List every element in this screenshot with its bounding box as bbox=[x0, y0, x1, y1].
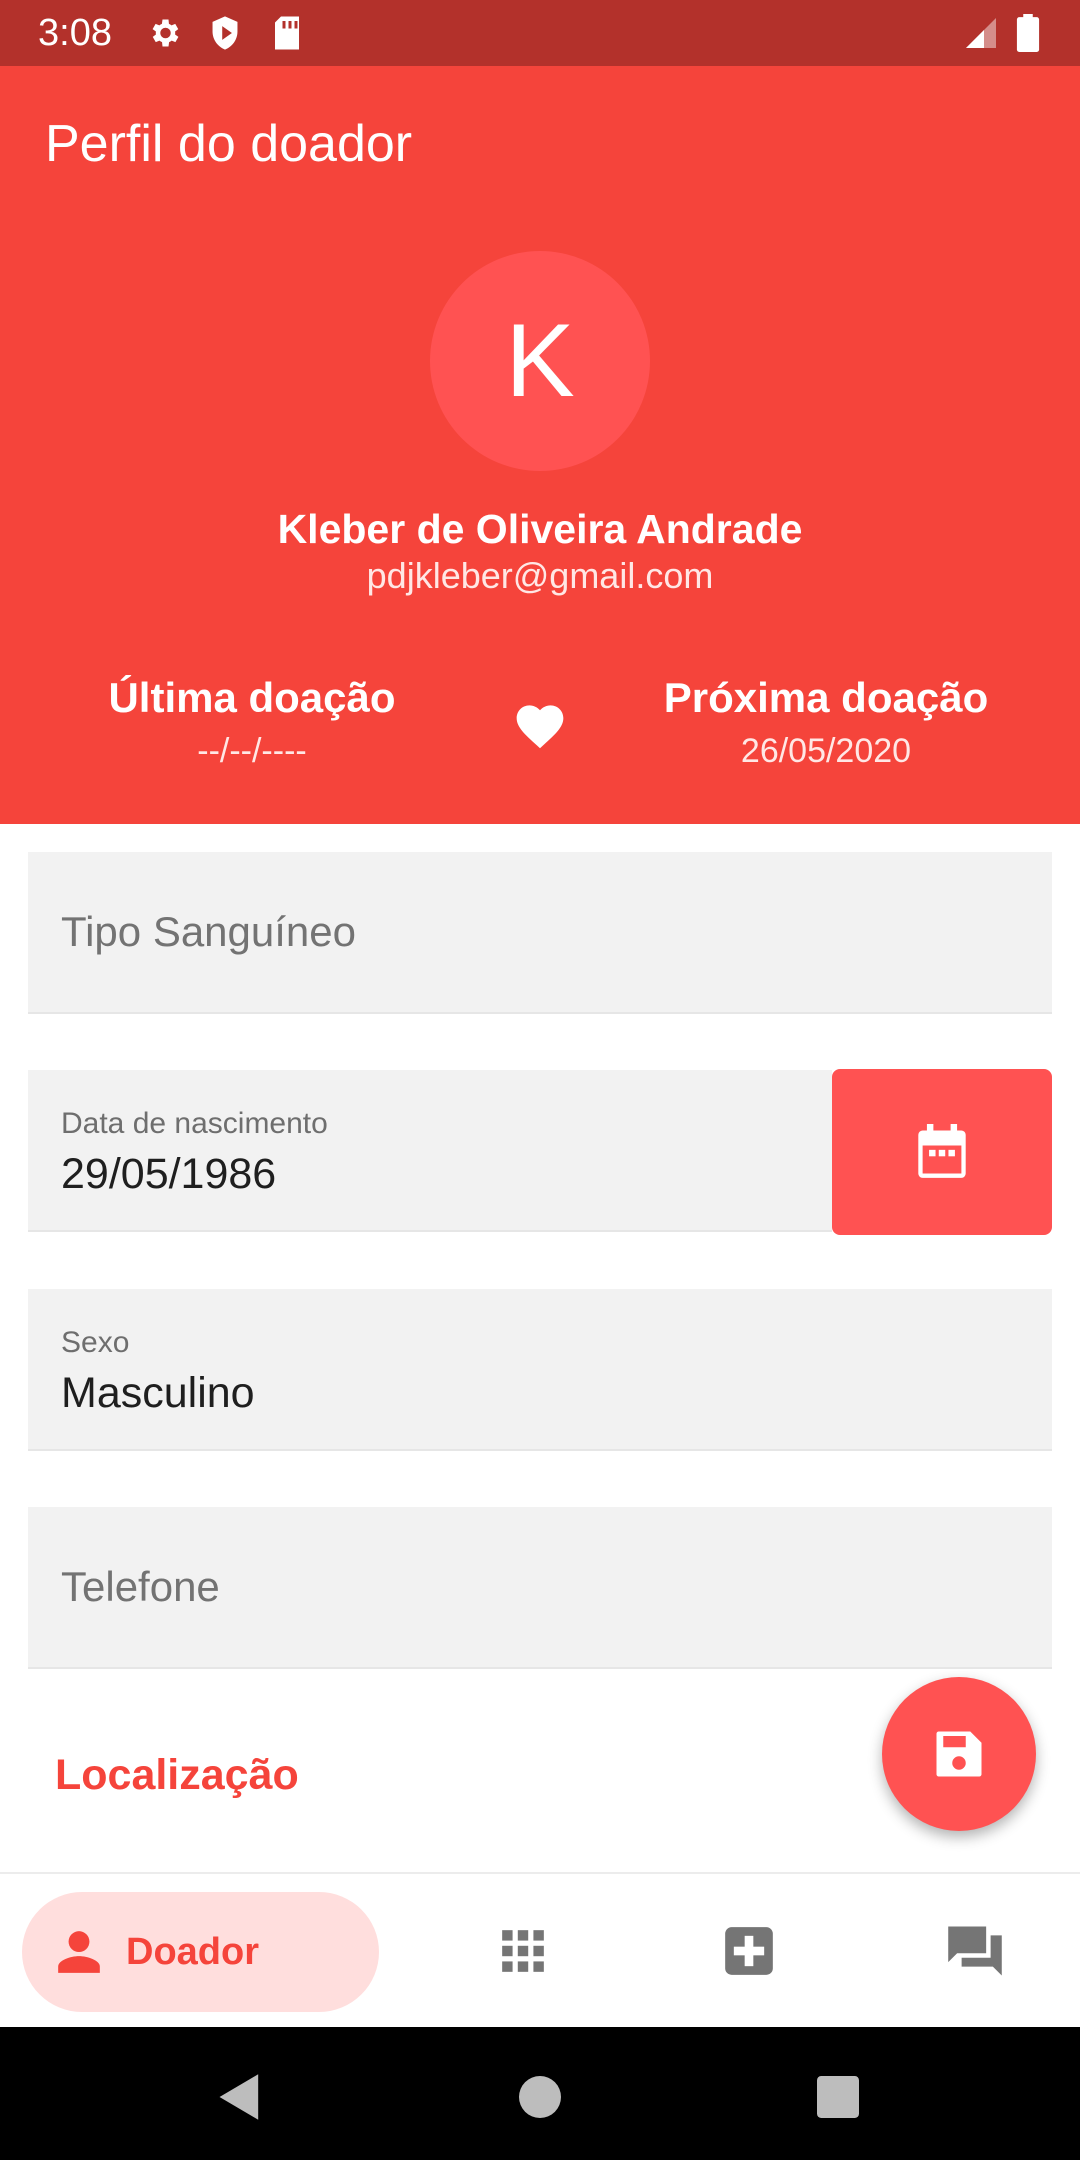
profile-header: Perfil do doador K Kleber de Oliveira An… bbox=[0, 66, 1080, 824]
sex-label: Sexo bbox=[61, 1326, 130, 1359]
blood-type-placeholder: Tipo Sanguíneo bbox=[61, 908, 357, 955]
chat-icon bbox=[948, 1926, 1002, 1976]
next-donation-value: 26/05/2020 bbox=[740, 732, 912, 770]
nav-item-medical[interactable] bbox=[714, 1916, 784, 1986]
status-bar: 3:08 bbox=[0, 0, 1080, 66]
sex-value: Masculino bbox=[61, 1369, 255, 1417]
medical-plus-icon bbox=[725, 1927, 773, 1975]
last-donation: Última doação --/--/---- bbox=[42, 672, 462, 772]
shield-icon bbox=[206, 14, 244, 52]
save-button[interactable] bbox=[882, 1677, 1036, 1831]
sd-card-icon bbox=[268, 14, 306, 52]
signal-icon bbox=[962, 14, 1000, 52]
nav-item-chat[interactable] bbox=[940, 1916, 1010, 1986]
home-icon[interactable] bbox=[510, 2067, 570, 2127]
next-donation-label: Próxima doação bbox=[663, 674, 989, 721]
nav-item-doador[interactable]: Doador bbox=[22, 1892, 379, 2012]
heart-icon bbox=[516, 705, 564, 749]
save-icon bbox=[936, 1731, 982, 1777]
last-donation-value: --/--/---- bbox=[197, 732, 307, 770]
location-link[interactable]: Localização bbox=[55, 1749, 299, 1801]
avatar: K bbox=[430, 251, 650, 471]
nav-item-grid[interactable] bbox=[488, 1916, 558, 1986]
nav-item-doador-label: Doador bbox=[126, 1930, 259, 1973]
gear-icon bbox=[145, 14, 183, 52]
sex-field[interactable]: Sexo Masculino bbox=[28, 1289, 1052, 1451]
avatar-initial: K bbox=[505, 302, 575, 419]
donor-name: Kleber de Oliveira Andrade bbox=[277, 506, 803, 552]
recents-icon[interactable] bbox=[808, 2067, 868, 2127]
person-icon bbox=[58, 1931, 100, 1973]
phone-field[interactable]: Telefone bbox=[28, 1507, 1052, 1669]
birth-date-value: 29/05/1986 bbox=[61, 1150, 277, 1198]
system-navigation-bar bbox=[0, 2027, 1080, 2160]
back-icon[interactable] bbox=[210, 2067, 270, 2127]
bottom-navigation: Doador bbox=[0, 1872, 1080, 2027]
status-time: 3:08 bbox=[38, 12, 112, 54]
calendar-icon bbox=[918, 1124, 966, 1178]
donor-email: pdjkleber@gmail.com bbox=[366, 555, 714, 596]
last-donation-label: Última doação bbox=[108, 674, 396, 721]
phone-placeholder: Telefone bbox=[61, 1563, 220, 1610]
calendar-button[interactable] bbox=[832, 1069, 1052, 1235]
grid-icon bbox=[502, 1930, 544, 1972]
birth-date-field[interactable]: Data de nascimento 29/05/1986 bbox=[28, 1070, 832, 1232]
next-donation: Próxima doação 26/05/2020 bbox=[616, 672, 1036, 772]
blood-type-field[interactable]: Tipo Sanguíneo bbox=[28, 852, 1052, 1014]
page-title: Perfil do doador bbox=[45, 115, 413, 173]
battery-icon bbox=[1010, 14, 1046, 52]
birth-date-label: Data de nascimento bbox=[61, 1107, 328, 1140]
